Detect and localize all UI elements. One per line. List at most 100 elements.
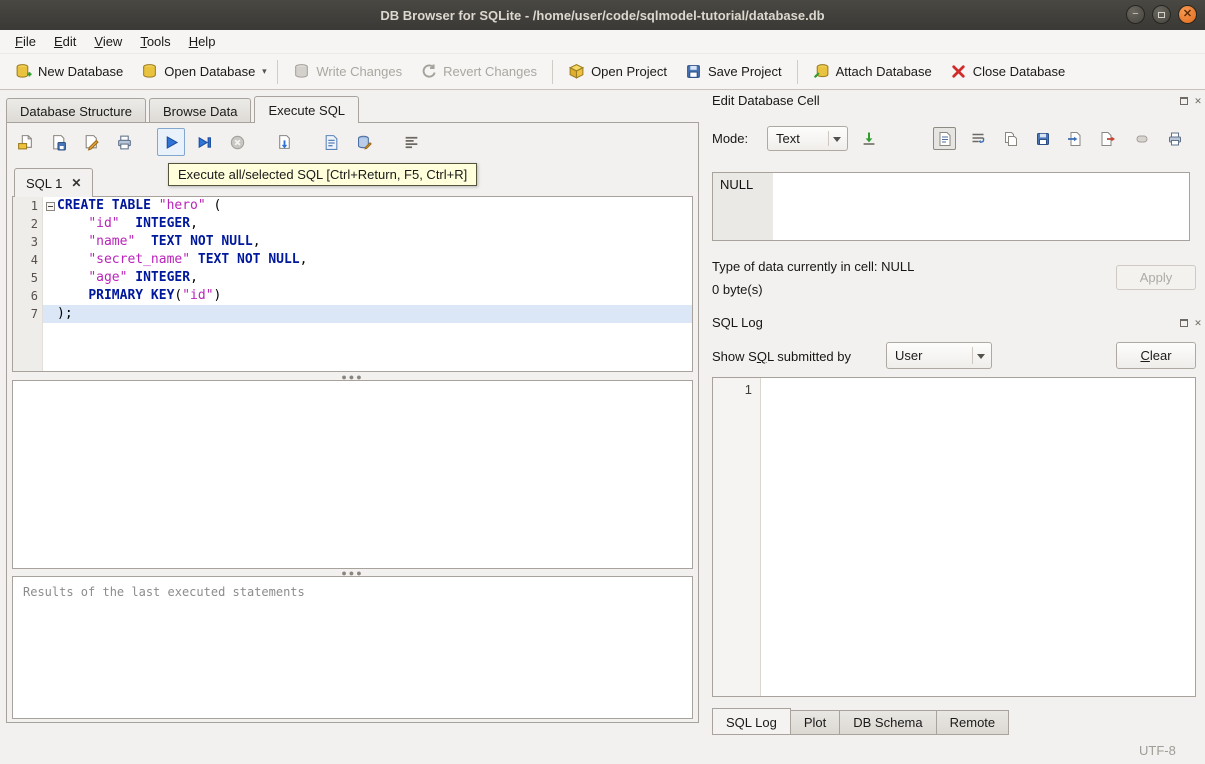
sql-log-panel-title: SQL Log <box>712 315 763 330</box>
set-null-button[interactable] <box>1130 127 1153 150</box>
menu-help[interactable]: Help <box>180 31 225 52</box>
save-cell-button[interactable] <box>1031 127 1054 150</box>
titlebar[interactable]: DB Browser for SQLite - /home/user/code/… <box>0 0 1205 30</box>
open-sql-file-button[interactable] <box>11 128 39 156</box>
mode-label: Mode: <box>712 131 749 146</box>
toolbar-separator <box>552 59 554 84</box>
save-project-label: Save Project <box>707 64 782 79</box>
print-sql-button[interactable] <box>110 128 138 156</box>
editor-lines: 1 CREATE TABLE "hero" (2 "id" INTEGER, 3 "… <box>13 197 692 323</box>
execute-all-button[interactable] <box>157 128 185 156</box>
attach-database-label: Attach Database <box>835 64 932 79</box>
save-results-button[interactable] <box>270 128 298 156</box>
text-mode-button[interactable] <box>933 127 956 150</box>
attach-database-icon <box>813 63 830 80</box>
fold-margin <box>43 215 57 233</box>
results-grid-panel[interactable] <box>12 380 693 569</box>
fold-collapse-icon[interactable] <box>45 201 55 211</box>
close-panel-icon[interactable]: ✕ <box>1192 95 1204 107</box>
editor-line[interactable]: 2 "id" INTEGER, <box>13 215 692 233</box>
minimize-button[interactable]: − <box>1126 5 1145 24</box>
tab-execute-sql[interactable]: Execute SQL <box>254 96 360 123</box>
close-button[interactable]: ✕ <box>1178 5 1197 24</box>
menu-file[interactable]: File <box>6 31 45 52</box>
tab-database-structure[interactable]: Database Structure <box>6 98 147 123</box>
dock-tab-db-schema[interactable]: DB Schema <box>840 710 937 735</box>
close-tab-icon[interactable]: ✕ <box>71 176 81 190</box>
code-text: ); <box>57 305 692 323</box>
float-panel-icon[interactable] <box>1178 95 1190 107</box>
apply-button-label: Apply <box>1139 270 1173 285</box>
editor-line[interactable]: 3 "name" TEXT NOT NULL, <box>13 233 692 251</box>
tab-browse-data[interactable]: Browse Data <box>149 98 252 123</box>
dock-tab-sql-log[interactable]: SQL Log <box>712 708 791 735</box>
editor-line[interactable]: 7); <box>13 305 692 323</box>
main-tab-bar: Database Structure Browse Data Execute S… <box>6 96 362 123</box>
export-file-button[interactable] <box>1095 127 1118 150</box>
execution-log-panel[interactable]: Results of the last executed statements <box>12 576 693 719</box>
sql-log-filter-combobox[interactable]: User <box>886 342 992 369</box>
maximize-button[interactable] <box>1152 5 1171 24</box>
open-database-button[interactable]: Open Database <box>132 59 257 84</box>
float-glyph <box>1180 97 1188 105</box>
word-wrap-button[interactable] <box>966 127 989 150</box>
editor-line[interactable]: 1 CREATE TABLE "hero" ( <box>13 197 692 215</box>
menu-edit[interactable]: Edit <box>45 31 85 52</box>
apply-button[interactable]: Apply <box>1116 265 1196 290</box>
dock-tab-plot[interactable]: Plot <box>790 710 841 735</box>
splitter-dots: ●●● <box>341 372 364 382</box>
fold-margin <box>43 251 57 269</box>
save-sql-as-button[interactable] <box>77 128 105 156</box>
fold-margin <box>43 305 57 323</box>
stop-button[interactable] <box>223 128 251 156</box>
float-panel-icon[interactable] <box>1178 317 1190 329</box>
fold-margin <box>43 269 57 287</box>
fold-margin[interactable] <box>43 197 57 215</box>
revert-changes-button[interactable]: Revert Changes <box>411 59 546 84</box>
close-database-icon <box>950 63 967 80</box>
import-data-button[interactable] <box>857 127 880 150</box>
open-database-dropdown[interactable]: ▾ <box>257 60 271 84</box>
encoding-indicator[interactable]: UTF-8 <box>1139 743 1176 758</box>
sql-log-gutter: 1 <box>713 378 761 696</box>
cell-type-info: Type of data currently in cell: NULL <box>712 259 915 274</box>
sql-log-view[interactable]: 1 <box>712 377 1196 697</box>
close-panel-icon[interactable]: ✕ <box>1192 317 1204 329</box>
clear-log-button[interactable]: Clear <box>1116 342 1196 369</box>
app-window: DB Browser for SQLite - /home/user/code/… <box>0 0 1205 764</box>
toolbar-separator <box>277 59 279 84</box>
sql-document-tab[interactable]: SQL 1 ✕ <box>14 168 94 197</box>
open-project-button[interactable]: Open Project <box>559 59 676 84</box>
attach-database-button[interactable]: Attach Database <box>804 59 941 84</box>
results-placeholder-text: Results of the last executed statements <box>23 585 305 599</box>
close-database-button[interactable]: Close Database <box>941 59 1075 84</box>
format-sql-button[interactable] <box>397 128 425 156</box>
import-file-button[interactable] <box>1063 127 1086 150</box>
copy-cell-button[interactable] <box>999 127 1022 150</box>
edit-cell-panel-title: Edit Database Cell <box>712 93 820 108</box>
cell-value-editor[interactable]: NULL <box>712 172 1190 241</box>
execute-current-line-button[interactable] <box>190 128 218 156</box>
new-database-button[interactable]: New Database <box>6 59 132 84</box>
editor-line[interactable]: 5 "age" INTEGER, <box>13 269 692 287</box>
mode-combobox[interactable]: Text <box>767 126 848 151</box>
print-cell-button[interactable] <box>1163 127 1186 150</box>
edit-sql-button[interactable] <box>350 128 378 156</box>
splitter-dots: ●●● <box>341 568 364 578</box>
menu-view[interactable]: View <box>85 31 131 52</box>
menu-tools[interactable]: Tools <box>131 31 179 52</box>
window-title: DB Browser for SQLite - /home/user/code/… <box>380 7 825 23</box>
fold-margin <box>43 287 57 305</box>
editor-line[interactable]: 4 "secret_name" TEXT NOT NULL, <box>13 251 692 269</box>
code-text: PRIMARY KEY("id") <box>88 288 222 303</box>
code-text: "secret_name" TEXT NOT NULL, <box>88 252 308 267</box>
menubar: File Edit View Tools Help <box>0 30 1205 54</box>
save-sql-file-button[interactable] <box>44 128 72 156</box>
write-changes-button[interactable]: Write Changes <box>284 59 411 84</box>
editor-line[interactable]: 6 PRIMARY KEY("id") <box>13 287 692 305</box>
dock-tab-remote[interactable]: Remote <box>936 710 1010 735</box>
sql-editor[interactable]: 1 CREATE TABLE "hero" (2 "id" INTEGER, 3 "… <box>12 196 693 372</box>
revert-changes-label: Revert Changes <box>443 64 538 79</box>
export-results-button[interactable] <box>317 128 345 156</box>
save-project-button[interactable]: Save Project <box>676 59 791 84</box>
